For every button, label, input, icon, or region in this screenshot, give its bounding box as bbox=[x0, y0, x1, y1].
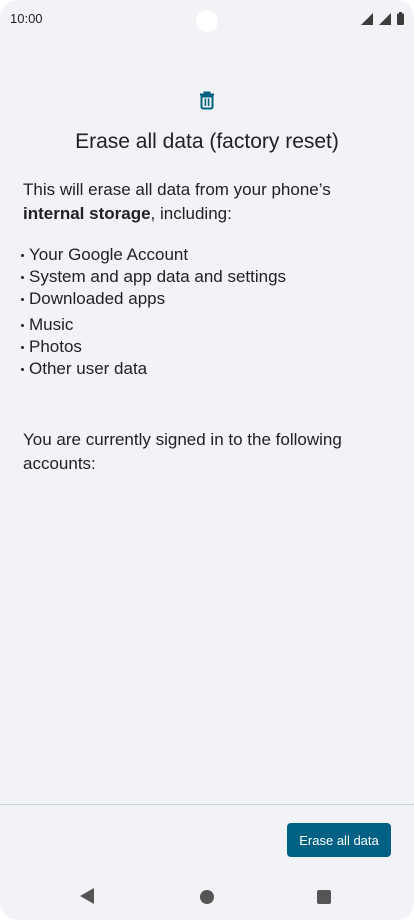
intro-text-start: This will erase all data from your phone… bbox=[23, 180, 331, 199]
list-item: System and app data and settings bbox=[21, 266, 286, 288]
list-item-label: Downloaded apps bbox=[29, 289, 166, 308]
erase-items-list: Your Google Account System and app data … bbox=[21, 244, 286, 380]
list-item: Your Google Account bbox=[21, 244, 286, 266]
erase-all-data-button[interactable]: Erase all data bbox=[287, 823, 391, 857]
list-item: Photos bbox=[21, 336, 286, 358]
status-icons bbox=[361, 12, 404, 25]
status-time: 10:00 bbox=[10, 11, 43, 26]
list-item: Music bbox=[21, 314, 286, 336]
phone-screen: 10:00 Erase all data (factory reset) Thi… bbox=[0, 0, 414, 920]
status-bar: 10:00 bbox=[0, 0, 414, 40]
dialog-title: Erase all data (factory reset) bbox=[75, 130, 339, 153]
bullet-dot bbox=[21, 367, 24, 371]
bullet-dot bbox=[21, 345, 24, 349]
list-item-label: Your Google Account bbox=[29, 245, 189, 264]
list-item-label: Other user data bbox=[29, 359, 148, 378]
back-icon[interactable] bbox=[80, 888, 94, 904]
home-icon[interactable] bbox=[200, 890, 214, 904]
bullet-dot bbox=[21, 297, 24, 301]
list-item-label: System and app data and settings bbox=[29, 267, 287, 286]
footer-divider bbox=[0, 804, 414, 805]
list-item: Other user data bbox=[21, 358, 286, 380]
intro-text-bold: internal storage bbox=[23, 204, 151, 223]
signal-icon bbox=[361, 12, 373, 25]
list-item: Downloaded apps bbox=[21, 288, 286, 310]
accounts-text: You are currently signed in to the follo… bbox=[23, 430, 342, 473]
camera-cutout bbox=[196, 10, 218, 32]
bullet-dot bbox=[21, 323, 24, 327]
bullet-dot bbox=[21, 275, 24, 279]
intro-text-end: , including: bbox=[150, 204, 232, 223]
intro-text: This will erase all data from your phone… bbox=[23, 178, 395, 226]
list-item-label: Photos bbox=[29, 337, 82, 356]
trash-icon bbox=[197, 90, 217, 110]
battery-icon bbox=[397, 12, 404, 25]
signal-icon bbox=[379, 12, 391, 25]
navigation-bar bbox=[0, 876, 414, 920]
list-item-label: Music bbox=[29, 315, 74, 334]
recents-icon[interactable] bbox=[317, 890, 331, 904]
bullet-dot bbox=[21, 253, 24, 257]
